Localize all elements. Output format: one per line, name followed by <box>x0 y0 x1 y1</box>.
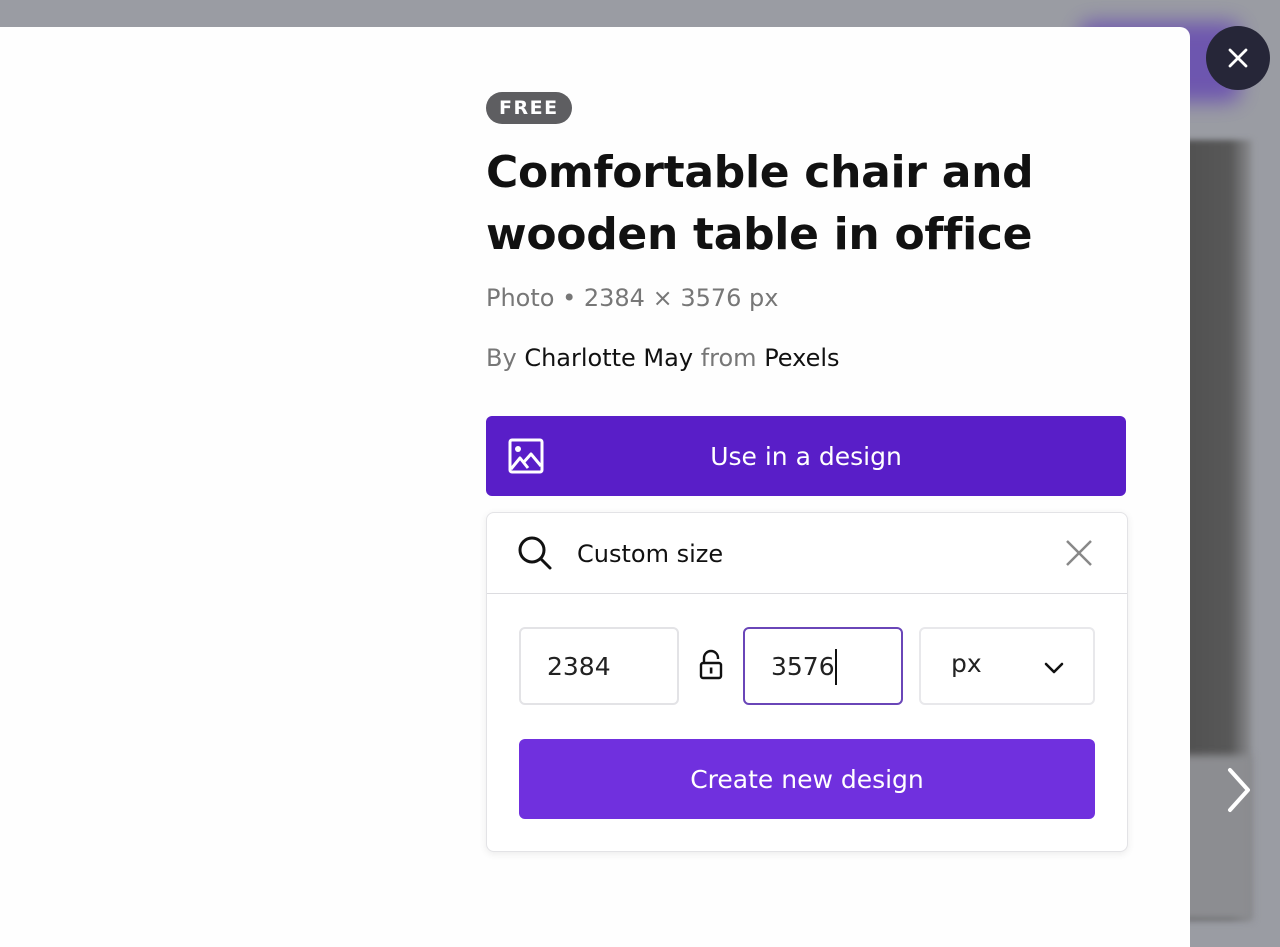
create-new-design-button[interactable]: Create new design <box>519 739 1095 819</box>
photo-title: Comfortable chair and wooden table in of… <box>486 147 1034 260</box>
clear-search-icon[interactable] <box>1063 537 1095 569</box>
photo-byline: By Charlotte May from Pexels <box>486 344 840 372</box>
chevron-down-icon <box>1044 662 1064 674</box>
design-type-search <box>487 513 1127 594</box>
image-icon <box>508 438 544 474</box>
author-link[interactable]: Charlotte May <box>524 344 693 372</box>
source-link[interactable]: Pexels <box>764 344 839 372</box>
photo-detail-modal: FREE Comfortable chair and wooden table … <box>0 27 1190 947</box>
byline-by: By <box>486 344 517 372</box>
design-search-input[interactable] <box>575 531 1039 577</box>
unit-select[interactable]: px <box>919 627 1095 705</box>
use-in-design-button[interactable]: Use in a design <box>486 416 1126 496</box>
width-field[interactable] <box>519 627 679 705</box>
custom-size-panel: px Create new design <box>486 512 1128 852</box>
photo-meta: Photo • 2384 × 3576 px <box>486 284 779 312</box>
search-icon <box>518 536 552 570</box>
close-icon <box>1228 48 1248 68</box>
height-field[interactable] <box>743 627 903 705</box>
close-modal-button[interactable] <box>1206 26 1270 90</box>
next-photo-chevron-right-icon[interactable] <box>1218 760 1262 820</box>
unlocked-padlock-icon[interactable] <box>697 649 725 681</box>
text-cursor <box>835 649 837 685</box>
height-input[interactable] <box>769 645 873 687</box>
unit-select-value: px <box>951 649 982 678</box>
width-input[interactable] <box>545 645 649 687</box>
byline-from: from <box>700 344 757 372</box>
use-in-design-label: Use in a design <box>710 441 902 471</box>
free-badge: FREE <box>486 92 572 124</box>
